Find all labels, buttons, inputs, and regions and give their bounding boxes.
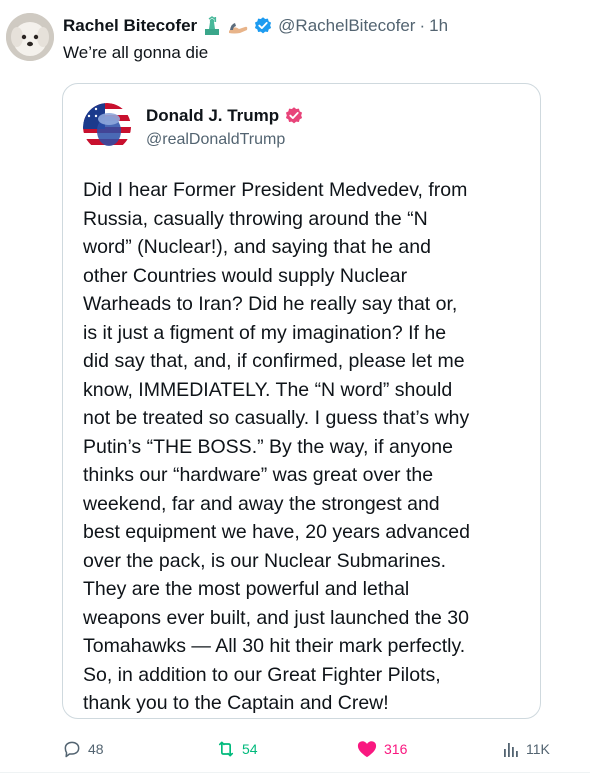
body-line: know, IMMEDIATELY. The “N word” should (83, 378, 453, 401)
views-count: 11K (526, 741, 550, 757)
views-chart-icon (504, 743, 518, 757)
body-line: other Countries would supply Nuclear (83, 264, 408, 287)
body-line: did say that, and, if confirmed, please … (83, 350, 465, 372)
body-line: Putin’s “THE BOSS.” By the way, if anyon… (83, 435, 453, 458)
quoted-author-avatar[interactable] (83, 103, 131, 151)
body-line: thinks our “hardware” was great over the (83, 464, 434, 486)
author-avatar[interactable] (6, 13, 54, 61)
quoted-post-card[interactable]: Donald J. Trump @realDonaldTrump Did I h… (62, 83, 541, 719)
body-line: weekend, far and away the strongest and (83, 492, 440, 515)
heart-icon (357, 741, 377, 758)
separator-dot: · (419, 16, 426, 35)
flexed-arm-icon (227, 16, 249, 36)
action-bar: 48 54 316 11K (0, 735, 590, 763)
body-line: thank you to the Captain and Crew! (83, 692, 389, 714)
body-line: not be treated so casually. I guess that… (83, 407, 470, 429)
like-button[interactable]: 316 (356, 735, 407, 763)
repost-button[interactable]: 54 (216, 735, 258, 763)
body-line: Did I hear Former President Medvedev, fr… (83, 179, 468, 201)
views-button[interactable]: 11K (502, 735, 550, 763)
tweet-header: Rachel Bitecofer @RachelBitecofer · 1h (63, 14, 448, 38)
author-handle[interactable]: @RachelBitecofer (278, 16, 415, 36)
reply-count: 48 (88, 741, 104, 757)
body-line: They are the most powerful and lethal (83, 578, 410, 600)
body-line: So, in addition to our Great Fighter Pil… (83, 663, 441, 686)
verified-badge-icon (253, 16, 273, 36)
like-count: 316 (384, 741, 408, 757)
body-line: weapons ever built, and just launched th… (83, 606, 469, 629)
repost-count: 54 (242, 741, 258, 757)
repost-icon (218, 741, 234, 757)
quoted-author-name[interactable]: Donald J. Trump (146, 106, 279, 126)
body-line: word” (Nuclear!), and saying that he and (83, 236, 431, 258)
quoted-author-row: Donald J. Trump (146, 106, 304, 126)
author-name[interactable]: Rachel Bitecofer (63, 16, 197, 36)
quoted-author-handle[interactable]: @realDonaldTrump (146, 131, 285, 149)
body-line: Russia, casually throwing around the “N (83, 207, 428, 230)
body-line: is it just a figment of my imagination? … (83, 321, 447, 344)
tweet-text: We’re all gonna die (63, 43, 209, 62)
reply-button[interactable]: 48 (62, 735, 104, 763)
body-line: best equipment we have, 20 years advance… (83, 521, 471, 543)
verified-badge-icon (284, 106, 304, 126)
body-line: Warheads to Iran? Did he really say that… (83, 293, 458, 315)
reply-icon (64, 741, 80, 758)
quoted-post-body: Did I hear Former President Medvedev, fr… (83, 176, 535, 718)
divider (0, 772, 590, 773)
timestamp[interactable]: 1h (429, 16, 448, 36)
statue-of-liberty-icon (202, 16, 222, 36)
body-line: Tomahawks — All 30 hit their mark perfec… (83, 635, 466, 657)
body-line: over the pack, is our Nuclear Submarines… (83, 549, 447, 572)
